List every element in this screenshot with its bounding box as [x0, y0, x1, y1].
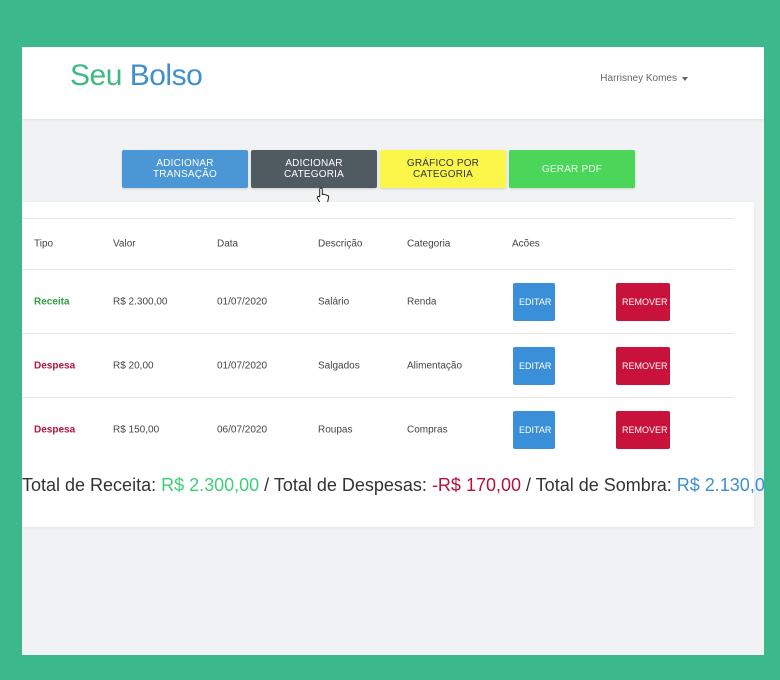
header-categoria: Categoria: [407, 238, 451, 250]
cell-valor: R$ 150,00: [113, 424, 160, 435]
transactions-table: Tipo Valor Data Descrição Categoria Acõe…: [22, 218, 734, 461]
table-row: Despesa R$ 20,00 01/07/2020 Salgados Ali…: [22, 333, 734, 397]
cell-tipo: Receita: [34, 296, 70, 307]
action-bar: ADICIONAR TRANSAÇÃO ADICIONAR CATEGORIA …: [122, 150, 635, 188]
cell-tipo: Despesa: [34, 424, 76, 435]
generate-pdf-button[interactable]: GERAR PDF: [509, 150, 635, 188]
transactions-panel: Tipo Valor Data Descrição Categoria Acõe…: [22, 202, 764, 527]
cell-descricao: Salgados: [318, 360, 360, 371]
app-window: Seu Bolso Harrisney Komes ADICIONAR TRAN…: [22, 47, 764, 655]
header-tipo: Tipo: [34, 238, 54, 250]
edit-button[interactable]: EDITAR: [513, 282, 555, 321]
table-row: Receita R$ 2.300,00 01/07/2020 Salário R…: [22, 269, 734, 333]
cell-tipo: Despesa: [34, 360, 76, 371]
user-menu[interactable]: Harrisney Komes: [600, 73, 688, 84]
remove-button[interactable]: REMOVER: [616, 282, 670, 321]
remove-button[interactable]: REMOVER: [616, 410, 670, 449]
total-sobra-label: / Total de Sombra:: [521, 475, 677, 495]
cell-descricao: Salário: [318, 296, 350, 307]
user-name: Harrisney Komes: [600, 73, 677, 84]
total-despesas-value: -R$ 170,00: [431, 475, 521, 495]
cell-data: 01/07/2020: [217, 360, 268, 371]
brand-part-1: Seu: [70, 59, 122, 92]
chart-by-category-button[interactable]: GRÁFICO POR CATEGORIA: [380, 150, 506, 188]
add-transaction-button[interactable]: ADICIONAR TRANSAÇÃO: [122, 150, 248, 188]
add-category-button[interactable]: ADICIONAR CATEGORIA: [251, 150, 377, 188]
cell-descricao: Roupas: [318, 424, 353, 435]
edit-button[interactable]: EDITAR: [513, 346, 555, 385]
brand-part-2: Bolso: [129, 59, 203, 92]
header-data: Data: [217, 238, 239, 250]
header-valor: Valor: [113, 238, 136, 250]
totals-summary: Total de Receita: R$ 2.300,00 / Total de…: [22, 475, 764, 496]
table-row: Despesa R$ 150,00 06/07/2020 Roupas Comp…: [22, 397, 734, 461]
cell-data: 06/07/2020: [217, 424, 268, 435]
header-acoes: Acões: [512, 238, 540, 250]
cell-categoria: Renda: [407, 296, 437, 307]
navbar: Seu Bolso Harrisney Komes: [22, 47, 764, 119]
total-sobra-value: R$ 2.130,00: [676, 475, 764, 495]
header-descricao: Descrição: [318, 238, 363, 250]
table-header-row: Tipo Valor Data Descrição Categoria Acõe…: [22, 218, 734, 269]
caret-down-icon: [682, 76, 688, 81]
cell-valor: R$ 20,00: [113, 360, 154, 371]
cell-categoria: Alimentação: [407, 360, 463, 371]
cell-categoria: Compras: [407, 424, 448, 435]
total-despesas-label: / Total de Despesas:: [259, 475, 432, 495]
total-receita-label: Total de Receita:: [22, 475, 162, 495]
cell-data: 01/07/2020: [217, 296, 268, 307]
edit-button[interactable]: EDITAR: [513, 410, 555, 449]
cell-valor: R$ 2.300,00: [113, 296, 168, 307]
remove-button[interactable]: REMOVER: [616, 346, 670, 385]
brand-logo[interactable]: Seu Bolso: [70, 59, 203, 93]
total-receita-value: R$ 2.300,00: [161, 475, 260, 495]
